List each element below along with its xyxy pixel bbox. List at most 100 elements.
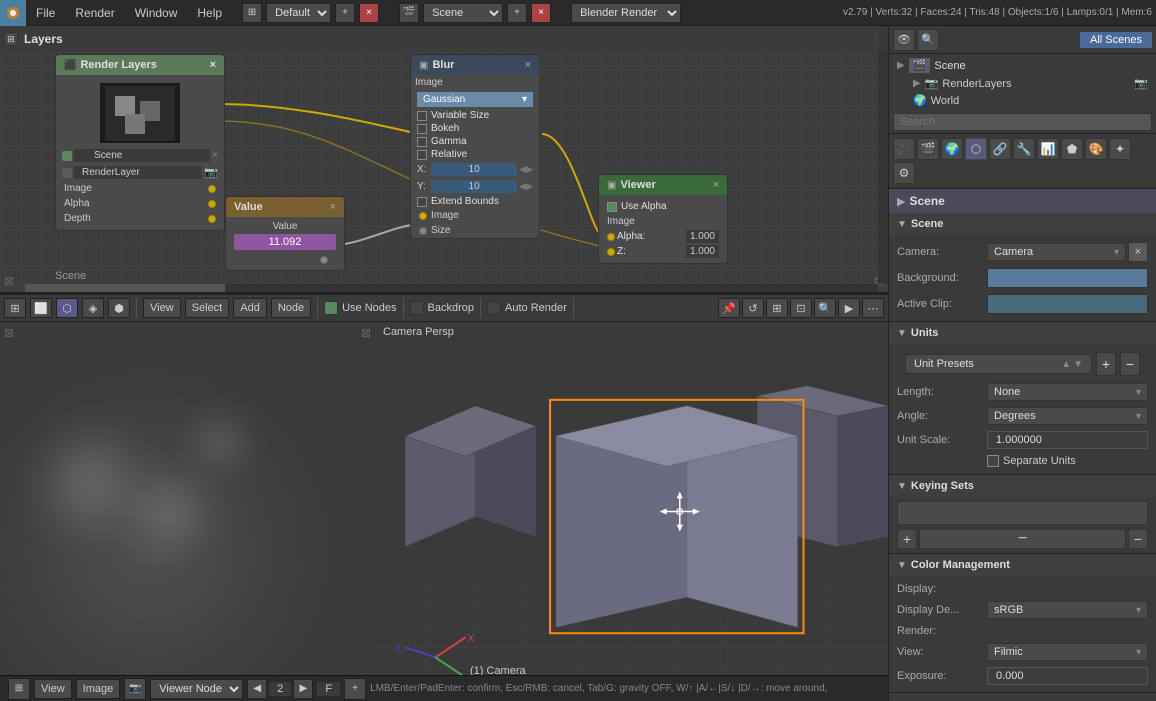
node-scrollbar-v[interactable] — [878, 26, 888, 284]
keying-minus-btn[interactable]: − — [919, 529, 1126, 549]
viewer-close-icon[interactable]: × — [713, 179, 719, 191]
props-search-btn[interactable]: 🔍 — [917, 29, 939, 51]
tree-world[interactable]: 🌍 World — [889, 92, 1156, 109]
toolbar-mode-1[interactable]: ⬡ — [56, 298, 78, 318]
status-image-btn[interactable]: Image — [76, 679, 121, 699]
viewer-alpha-value[interactable]: 1.000 — [686, 230, 719, 243]
toolbar-mode-3[interactable]: ⬢ — [108, 298, 130, 318]
blur-bokeh-checkbox[interactable] — [417, 124, 427, 134]
scene-section-header[interactable]: ▼ Scene — [889, 213, 1156, 235]
toolbar-select-btn[interactable]: Select — [185, 298, 230, 318]
auto-render-checkbox[interactable] — [487, 301, 501, 315]
prop-icon-data[interactable]: 📊 — [1037, 138, 1059, 160]
node-scrollbar-h[interactable] — [25, 284, 878, 292]
toolbar-zoom-icon[interactable]: 🔍 — [814, 298, 836, 318]
node-value[interactable]: Value × Value 11.092 — [225, 196, 345, 271]
toolbar-view-btn[interactable]: View — [143, 298, 181, 318]
toolbar-more-icon[interactable]: ⋯ — [862, 298, 884, 318]
viewer-alpha-checkbox[interactable] — [607, 202, 617, 212]
node-viewer[interactable]: ▣ Viewer × Use Alpha Image Alpha: 1.000 — [598, 174, 728, 264]
prop-length-value[interactable]: None ▾ — [987, 383, 1148, 401]
prop-angle-value[interactable]: Degrees ▾ — [987, 407, 1148, 425]
prop-icon-scene[interactable]: 🎬 — [917, 138, 939, 160]
expand-corner-icon[interactable]: ⊠ — [4, 274, 14, 288]
value-display[interactable]: 11.092 — [234, 234, 336, 250]
corner-tr[interactable]: ⊠ — [361, 326, 371, 340]
value-close-icon[interactable]: × — [330, 201, 336, 213]
blur-filter-type[interactable]: Gaussian ▾ — [417, 92, 533, 107]
separate-units-checkbox[interactable] — [987, 455, 999, 467]
unit-presets-btn[interactable]: Unit Presets ▲ ▼ — [905, 354, 1092, 374]
toolbar-left-icon[interactable]: ⊞ — [4, 298, 26, 318]
toolbar-refresh-icon[interactable]: ↺ — [742, 298, 764, 318]
f-label[interactable]: F — [317, 682, 340, 696]
menu-window[interactable]: Window — [125, 0, 188, 26]
menu-help[interactable]: Help — [187, 0, 232, 26]
node-scrollbar-h-thumb[interactable] — [25, 284, 225, 292]
keying-remove-btn[interactable]: − — [1128, 529, 1148, 549]
frame-number[interactable]: 2 — [269, 682, 291, 696]
blur-extend-checkbox[interactable] — [417, 197, 427, 207]
toolbar-pin-icon[interactable]: 📌 — [718, 298, 740, 318]
close-layout-icon[interactable]: × — [359, 3, 379, 23]
camera-link-icon[interactable]: × — [1128, 242, 1148, 262]
blender-logo-icon[interactable] — [0, 0, 26, 26]
keying-sets-list[interactable] — [897, 501, 1148, 525]
node-render-layers[interactable]: ⬛ Render Layers × — [55, 54, 225, 231]
props-view-btn[interactable]: 👁 — [893, 29, 915, 51]
frame-next[interactable]: ▶ — [293, 679, 313, 699]
status-view-btn[interactable]: View — [34, 679, 72, 699]
prop-display-depth-value[interactable]: sRGB ▾ — [987, 601, 1148, 619]
prop-icon-material[interactable]: ⬟ — [1061, 138, 1083, 160]
color-mgmt-header[interactable]: ▼ Color Management — [889, 554, 1156, 576]
toolbar-add-btn[interactable]: Add — [233, 298, 267, 318]
menu-render[interactable]: Render — [65, 0, 124, 26]
prop-unit-scale-value[interactable]: 1.000000 — [987, 431, 1148, 449]
prop-icon-physics[interactable]: ⚙ — [893, 162, 915, 184]
corner-tl[interactable]: ⊠ — [4, 326, 14, 340]
toolbar-node-btn[interactable]: Node — [271, 298, 311, 318]
props-search-input[interactable] — [893, 113, 1152, 131]
tree-scene-name[interactable]: Scene — [934, 60, 965, 72]
prop-icon-object[interactable]: ⬡ — [965, 138, 987, 160]
node-close-icon[interactable]: × — [210, 59, 216, 71]
prop-view-value[interactable]: Filmic ▾ — [987, 643, 1148, 661]
scene-dropdown[interactable]: Scene — [423, 3, 503, 23]
unit-add-btn[interactable]: + — [1096, 352, 1116, 376]
menu-file[interactable]: File — [26, 0, 65, 26]
prop-icon-world[interactable]: 🌍 — [941, 138, 963, 160]
frame-prev[interactable]: ◀ — [247, 679, 267, 699]
blur-close-icon[interactable]: × — [525, 59, 531, 71]
use-nodes-checkbox[interactable] — [324, 301, 338, 315]
layout-preset-dropdown[interactable]: Default — [266, 3, 331, 23]
renderer-dropdown[interactable]: Blender Render — [571, 3, 681, 23]
all-scenes-btn[interactable]: All Scenes — [1080, 32, 1152, 48]
toolbar-frame-icon[interactable]: ⊡ — [790, 298, 812, 318]
toolbar-node-type-icon[interactable]: ⬜ — [30, 298, 52, 318]
toolbar-mode-2[interactable]: ◈ — [82, 298, 104, 318]
backdrop-checkbox[interactable] — [410, 301, 424, 315]
keying-sets-header[interactable]: ▼ Keying Sets — [889, 475, 1156, 497]
prop-bg-value[interactable] — [987, 268, 1148, 288]
unit-remove-btn[interactable]: − — [1120, 352, 1140, 376]
blur-gamma-checkbox[interactable] — [417, 137, 427, 147]
viewport-3d[interactable]: Camera Persp ⊠ ⊠ ⊠ — [375, 322, 888, 701]
prop-icon-constraints[interactable]: 🔗 — [989, 138, 1011, 160]
prop-icon-modifiers[interactable]: 🔧 — [1013, 138, 1035, 160]
node-blur[interactable]: ▣ Blur × Image Gaussian ▾ Variable Size — [410, 54, 540, 239]
plus-icon[interactable]: + — [335, 3, 355, 23]
prop-exposure-value[interactable]: 0.000 — [987, 667, 1148, 685]
blur-y-value[interactable]: 10 — [431, 180, 517, 193]
blur-x-value[interactable]: 10 — [431, 163, 517, 176]
prop-icon-texture[interactable]: 🎨 — [1085, 138, 1107, 160]
toolbar-grid-icon[interactable]: ⊞ — [766, 298, 788, 318]
scene-type-icon[interactable]: 🎬 — [399, 3, 419, 23]
scene-value[interactable]: Scene — [74, 149, 210, 162]
prop-icon-render[interactable]: 🎥 — [893, 138, 915, 160]
prop-camera-value[interactable]: Camera ▾ — [987, 243, 1126, 261]
layout-icon[interactable]: ⊞ — [242, 3, 262, 23]
toolbar-render-icon[interactable]: ▶ — [838, 298, 860, 318]
plus-scene-icon[interactable]: + — [507, 3, 527, 23]
prop-clip-value[interactable] — [987, 294, 1148, 314]
close-scene-icon[interactable]: × — [531, 3, 551, 23]
